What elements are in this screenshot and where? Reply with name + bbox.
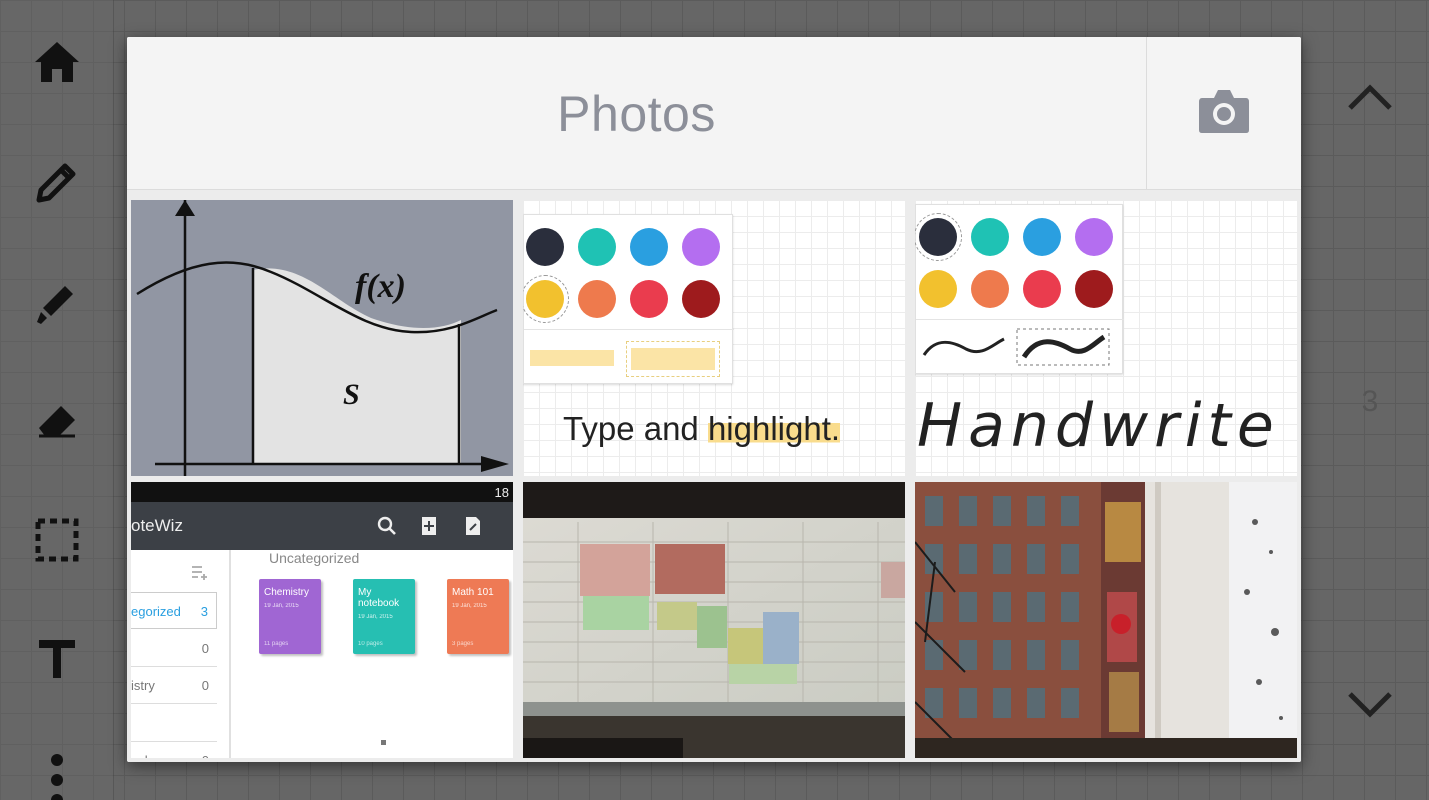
color-swatch [630, 280, 668, 318]
highlighter-stroke-selected [626, 341, 720, 377]
color-swatch [919, 270, 957, 308]
photo-thumbnail-type-highlight[interactable]: Type and highlight. [523, 200, 905, 476]
color-swatch [1075, 270, 1113, 308]
color-swatch [915, 213, 962, 261]
highlighter-stroke [530, 350, 614, 366]
pen-icon[interactable] [27, 152, 87, 212]
camera-icon [1198, 88, 1250, 139]
photo-thumbnail-building[interactable] [915, 482, 1297, 758]
color-swatch [1023, 270, 1061, 308]
status-bar: 18 [131, 482, 513, 502]
photo-thumbnail-handwrite[interactable]: Handwrite [915, 200, 1297, 476]
notebook-sidebar: egorized 3 0 istry 0 ash 0 [131, 550, 231, 758]
sidebar-row: egorized 3 [131, 592, 217, 629]
color-swatch [630, 228, 668, 266]
dialog-title: Photos [557, 85, 716, 142]
section-title: Uncategorized [269, 550, 360, 566]
color-swatch [578, 280, 616, 318]
add-note-icon [422, 517, 436, 535]
type-text: Type and highlight. [563, 410, 841, 447]
import-icon [466, 517, 480, 535]
color-swatch [526, 228, 564, 266]
photo-thumbnail-monitor[interactable] [523, 482, 905, 758]
page-number: 3 [1361, 385, 1379, 418]
color-swatch [682, 228, 720, 266]
highlighter-icon[interactable] [27, 272, 87, 332]
color-swatch [971, 270, 1009, 308]
pen-stroke-samples [922, 328, 1110, 366]
photo-grid: f(x) S Type and highlight. Handwrite 18 … [127, 190, 1301, 762]
color-swatch [1075, 218, 1113, 256]
sidebar-row: ash 0 [131, 741, 217, 758]
photo-thumbnail-graph[interactable]: f(x) S [131, 200, 513, 476]
color-palette [915, 204, 1124, 374]
highlighted-text: highlight. [707, 410, 841, 447]
eraser-icon[interactable] [27, 390, 87, 450]
tool-sidebar [0, 0, 114, 800]
area-label: S [343, 378, 360, 411]
chevron-up-icon[interactable] [1344, 78, 1396, 118]
notebook-cover: Math 101 19 Jan, 2015 3 pages [447, 579, 509, 654]
function-label: f(x) [355, 268, 406, 305]
camera-button[interactable] [1146, 37, 1301, 190]
text-icon[interactable] [27, 628, 87, 688]
sidebar-row: istry 0 [131, 667, 217, 704]
app-bar: oteWiz [131, 502, 513, 550]
photos-dialog: Photos f(x) S Type and highlight. Handwr… [127, 37, 1301, 762]
more-icon[interactable] [27, 748, 87, 800]
home-icon[interactable] [27, 32, 87, 92]
color-swatch [578, 228, 616, 266]
color-swatch [523, 275, 569, 323]
color-palette [523, 214, 734, 384]
color-swatch [971, 218, 1009, 256]
selection-icon[interactable] [27, 510, 87, 570]
handwrite-text: Handwrite [917, 391, 1280, 461]
search-icon [377, 516, 396, 535]
notebook-cover: Chemistry 19 Jan, 2015 11 pages [259, 579, 321, 654]
add-category-icon [192, 566, 207, 580]
photo-thumbnail-app-screenshot[interactable]: 18 oteWiz egorized 3 0 istry 0 Uncategor… [131, 482, 513, 758]
chevron-down-icon[interactable] [1344, 684, 1396, 724]
color-swatch [682, 280, 720, 318]
sidebar-row: 0 [131, 630, 217, 667]
color-swatch [1023, 218, 1061, 256]
dialog-header: Photos [127, 37, 1301, 190]
notebook-cover: My notebook 19 Jan, 2015 10 pages [353, 579, 415, 654]
